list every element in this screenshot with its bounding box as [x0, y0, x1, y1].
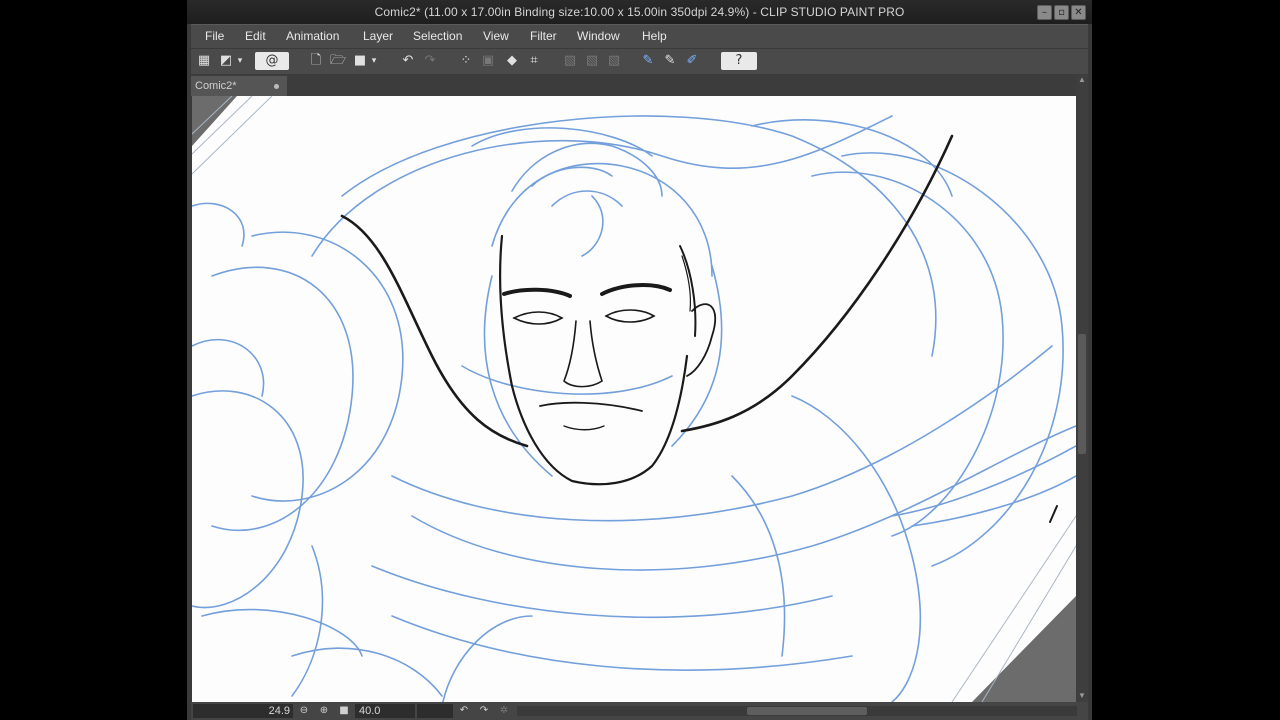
fill-icon[interactable]: ◆	[503, 52, 521, 70]
horizontal-scroll-thumb[interactable]	[747, 707, 867, 715]
close-icon[interactable]: ✕	[1071, 5, 1086, 20]
drawing-canvas[interactable]	[192, 96, 1076, 702]
zoom-out-icon[interactable]: ⊖	[297, 704, 311, 718]
tab-bar: Comic2*	[191, 74, 1088, 96]
menu-bar: File Edit Animation Layer Selection View…	[191, 24, 1088, 49]
disabled-icon: ▧	[607, 53, 621, 68]
undo-icon[interactable]: ↶	[399, 52, 417, 70]
disabled-icon: ▧	[563, 53, 577, 68]
rotation-field[interactable]: 40.0	[355, 704, 415, 718]
scroll-down-icon[interactable]: ▼	[1076, 690, 1088, 702]
minimize-icon[interactable]: –	[1037, 5, 1052, 20]
menu-layer[interactable]: Layer	[363, 29, 393, 43]
dropdown-icon[interactable]: ▾	[235, 52, 245, 70]
clear-icon[interactable]: ▣	[479, 52, 497, 70]
pen-icon[interactable]: ✎	[639, 52, 657, 70]
status-bar: 24.9 ⊖ ⊕ ■ 40.0 ↶ ↷ ✲	[191, 702, 1088, 720]
title-bar: Comic2* (11.00 x 17.00in Binding size:10…	[187, 0, 1092, 24]
rotate-right-icon[interactable]: ↷	[477, 704, 491, 718]
command-bar: ▦ ◩ ▾ @ 🗋 🗁 ■ ▾ ↶ ↷ ⁘ ▣ ◆ ⌗ ▧ ▧ ▧ ✎ ✎ ✐ …	[191, 48, 1088, 75]
menu-selection[interactable]: Selection	[413, 29, 462, 43]
tab-label: Comic2*	[195, 80, 237, 92]
grid-icon[interactable]: ▦	[195, 52, 213, 70]
transform-icon[interactable]: ⁘	[457, 52, 475, 70]
new-icon[interactable]: 🗋	[307, 52, 325, 70]
paper	[192, 96, 1076, 702]
menu-file[interactable]: File	[205, 29, 224, 43]
menu-animation[interactable]: Animation	[286, 29, 339, 43]
save-icon[interactable]: ■	[351, 52, 369, 70]
zoom-in-icon[interactable]: ⊕	[317, 704, 331, 718]
menu-edit[interactable]: Edit	[245, 29, 266, 43]
dropdown-icon[interactable]: ▾	[369, 52, 379, 70]
vertical-scrollbar[interactable]: ▲ ▼	[1076, 74, 1088, 702]
rotation-slider[interactable]	[417, 704, 453, 718]
redo-icon[interactable]: ↷	[421, 52, 439, 70]
reset-rotation-icon[interactable]: ✲	[497, 704, 511, 718]
menu-window[interactable]: Window	[577, 29, 620, 43]
pen-icon[interactable]: ✎	[661, 52, 679, 70]
menu-help[interactable]: Help	[642, 29, 667, 43]
rotate-left-icon[interactable]: ↶	[457, 704, 471, 718]
canvas-icon[interactable]: ◩	[217, 52, 235, 70]
app-window: Comic2* (11.00 x 17.00in Binding size:10…	[187, 0, 1092, 720]
pen-icon[interactable]: ✐	[683, 52, 701, 70]
window-title: Comic2* (11.00 x 17.00in Binding size:10…	[374, 5, 905, 19]
crop-icon[interactable]: ⌗	[525, 52, 543, 70]
close-tab-icon[interactable]	[274, 84, 279, 89]
scroll-up-icon[interactable]: ▲	[1076, 74, 1088, 86]
canvas-artwork	[192, 96, 1076, 702]
disabled-icon: ▧	[585, 53, 599, 68]
horizontal-scrollbar[interactable]	[517, 706, 1077, 716]
open-icon[interactable]: 🗁	[329, 52, 347, 70]
zoom-field[interactable]: 24.9	[193, 704, 293, 718]
menu-view[interactable]: View	[483, 29, 509, 43]
help-icon[interactable]: ?	[721, 52, 757, 70]
menu-filter[interactable]: Filter	[530, 29, 557, 43]
swirl-icon[interactable]: @	[255, 52, 289, 70]
fit-icon[interactable]: ■	[337, 704, 351, 718]
restore-icon[interactable]: ▫	[1054, 5, 1069, 20]
tab-comic2[interactable]: Comic2*	[191, 76, 287, 96]
vertical-scroll-thumb[interactable]	[1078, 334, 1086, 454]
